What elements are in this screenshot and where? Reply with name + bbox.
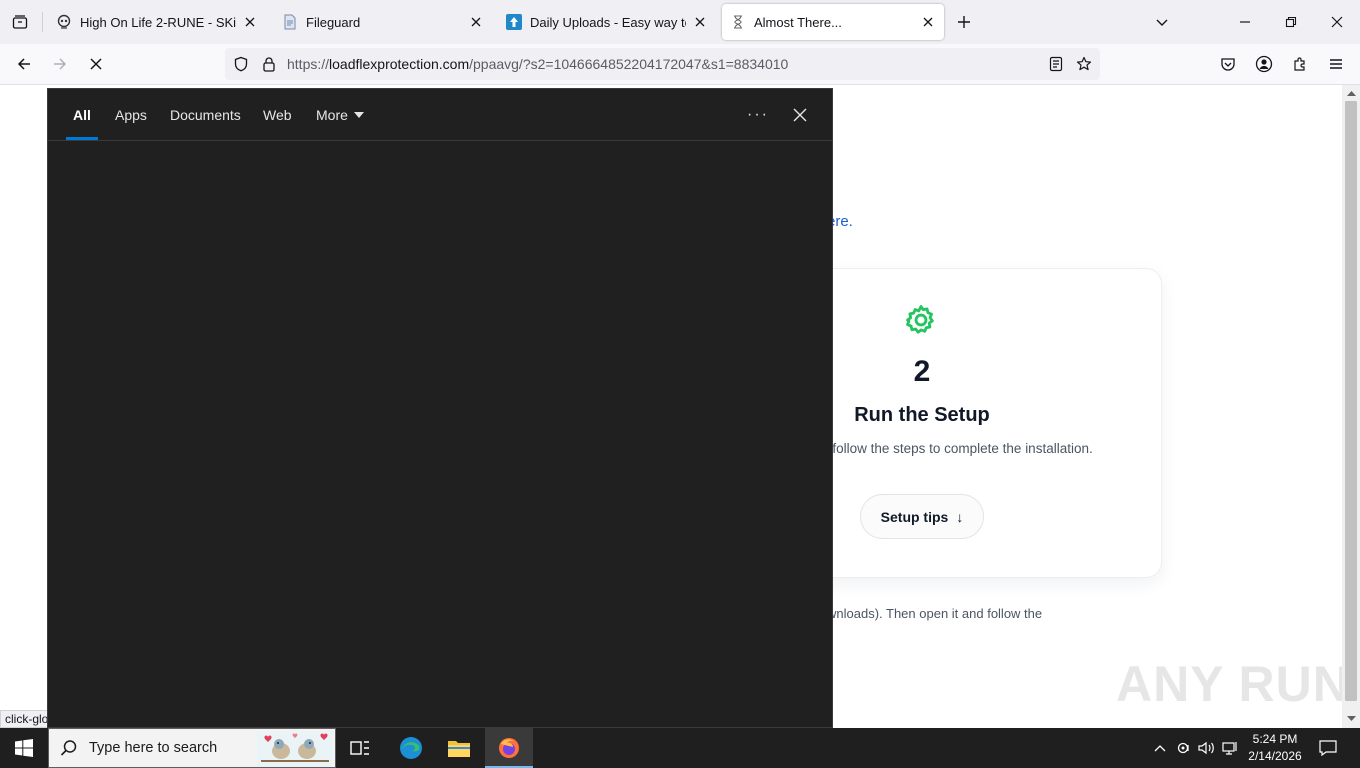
clock-date: 2/14/2026 xyxy=(1248,749,1302,763)
close-tab-icon[interactable] xyxy=(692,14,708,30)
close-tab-icon[interactable] xyxy=(242,14,258,30)
task-view-icon[interactable] xyxy=(336,728,384,768)
tab-separator xyxy=(42,12,43,32)
url-prefix: https:// xyxy=(287,56,330,72)
notification-icon[interactable] xyxy=(1316,736,1340,760)
firefox-icon[interactable] xyxy=(485,728,533,768)
search-tab-label: Web xyxy=(263,107,292,123)
tab-daily-uploads[interactable]: Daily Uploads - Easy way to share xyxy=(498,4,716,40)
tab-skidrow[interactable]: High On Life 2-RUNE - SKiDROW xyxy=(48,4,266,40)
url-bar[interactable]: https://loadflexprotection.com/ppaavg/?s… xyxy=(225,48,1100,80)
lock-icon[interactable] xyxy=(255,50,283,78)
windows-search-panel: All Apps Documents Web More ··· xyxy=(47,88,833,728)
tab-list-icon[interactable] xyxy=(6,8,34,36)
tab-almost-there[interactable]: Almost There... xyxy=(722,4,944,40)
hourglass-favicon-icon xyxy=(730,14,746,30)
back-arrow-icon[interactable] xyxy=(10,50,38,78)
stop-loading-icon[interactable] xyxy=(82,50,110,78)
tab-title: Fileguard xyxy=(306,14,361,30)
taskbar-clock[interactable]: 5:24 PM 2/14/2026 xyxy=(1240,731,1310,765)
taskbar-search-box[interactable]: Type here to search xyxy=(48,728,336,768)
taskbar: Type here to search 5:24 PM 2/14/2026 xyxy=(0,728,1360,768)
clock-time: 5:24 PM xyxy=(1252,732,1298,746)
search-tab-label: All xyxy=(73,107,91,123)
more-options-icon[interactable]: ··· xyxy=(742,99,774,131)
chevron-up-icon[interactable] xyxy=(1150,738,1170,758)
instructions-text: wnloads). Then open it and follow the xyxy=(827,606,1043,621)
restore-icon[interactable] xyxy=(1268,0,1314,44)
search-tab-more[interactable]: More xyxy=(316,89,364,141)
search-tab-documents[interactable]: Documents xyxy=(170,89,241,141)
new-tab-icon[interactable] xyxy=(952,10,976,34)
url-path: /ppaavg/?s2=1046664852204172047&s1=88340… xyxy=(469,56,789,72)
close-tab-icon[interactable] xyxy=(920,14,936,30)
tab-title: High On Life 2-RUNE - SKiDROW xyxy=(80,14,236,30)
scrollbar-thumb[interactable] xyxy=(1345,101,1357,701)
search-tab-web[interactable]: Web xyxy=(263,89,292,141)
tab-title: Daily Uploads - Easy way to share xyxy=(530,14,686,30)
search-tab-label: Apps xyxy=(115,107,147,123)
search-placeholder: Type here to search xyxy=(89,740,218,756)
windows-start-icon[interactable] xyxy=(0,728,48,768)
tab-fileguard[interactable]: Fileguard xyxy=(274,4,492,40)
skull-favicon-icon xyxy=(56,14,72,30)
minimize-icon[interactable] xyxy=(1222,0,1268,44)
url-text[interactable]: https://loadflexprotection.com/ppaavg/?s… xyxy=(287,56,1042,72)
search-icon xyxy=(49,728,89,768)
chevron-down-icon[interactable] xyxy=(1150,10,1174,34)
search-tab-all[interactable]: All xyxy=(66,89,98,141)
document-favicon-icon xyxy=(282,14,298,30)
link-status-tooltip: click-glo xyxy=(0,710,48,728)
tab-title: Almost There... xyxy=(754,14,842,30)
webcam-icon[interactable] xyxy=(1174,738,1194,758)
close-tab-icon[interactable] xyxy=(468,14,484,30)
tab-strip: High On Life 2-RUNE - SKiDROW Fileguard … xyxy=(0,0,1360,44)
shield-icon[interactable] xyxy=(227,50,255,78)
arrow-down-icon: ↓ xyxy=(956,508,964,525)
edge-icon[interactable] xyxy=(387,728,435,768)
url-host: loadflexprotection.com xyxy=(329,56,470,72)
search-tab-apps[interactable]: Apps xyxy=(115,89,147,141)
extensions-icon[interactable] xyxy=(1286,50,1314,78)
reader-view-icon[interactable] xyxy=(1042,50,1070,78)
caret-down-icon xyxy=(353,112,364,118)
close-window-icon[interactable] xyxy=(1314,0,1360,44)
pocket-icon[interactable] xyxy=(1214,50,1242,78)
lovebirds-illustration-icon xyxy=(257,731,333,767)
setup-tips-button[interactable]: Setup tips ↓ xyxy=(860,494,984,539)
search-tab-label: Documents xyxy=(170,107,241,123)
scroll-down-icon[interactable] xyxy=(1345,713,1357,725)
network-icon[interactable] xyxy=(1221,738,1241,758)
forward-arrow-icon[interactable] xyxy=(46,50,74,78)
account-icon[interactable] xyxy=(1250,50,1278,78)
speaker-icon[interactable] xyxy=(1197,738,1217,758)
bookmark-star-icon[interactable] xyxy=(1070,50,1098,78)
search-panel-header: All Apps Documents Web More ··· xyxy=(48,89,832,141)
setup-tips-label: Setup tips xyxy=(880,508,949,525)
page-scrollbar[interactable] xyxy=(1342,85,1360,728)
menu-icon[interactable] xyxy=(1322,50,1350,78)
anyrun-watermark: ANY RUN xyxy=(1116,656,1342,712)
gear-icon xyxy=(906,305,934,334)
search-tab-label: More xyxy=(316,107,348,123)
upload-favicon-icon xyxy=(506,14,522,30)
scroll-up-icon[interactable] xyxy=(1345,87,1357,99)
file-explorer-icon[interactable] xyxy=(435,728,483,768)
close-search-icon[interactable] xyxy=(784,99,816,131)
nav-toolbar: https://loadflexprotection.com/ppaavg/?s… xyxy=(0,44,1360,85)
